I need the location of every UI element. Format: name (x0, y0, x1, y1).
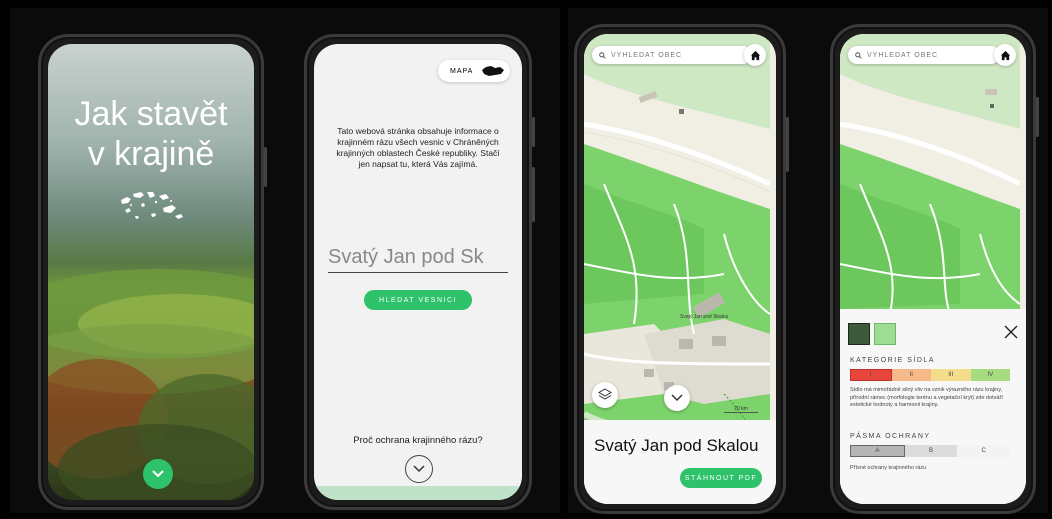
layers-icon (598, 388, 612, 400)
chevron-down-icon (413, 465, 425, 473)
category-iii: III (931, 369, 971, 381)
map-thumbnail-light[interactable] (874, 323, 896, 345)
phone-map-detail: Svatý Jan pod Skalou VYHLEDAT OBEC 20 km… (574, 24, 789, 514)
right-panel: Svatý Jan pod Skalou VYHLEDAT OBEC 20 km… (568, 8, 1048, 514)
home-button[interactable] (744, 44, 766, 66)
category-iv: IV (970, 369, 1010, 381)
map-button[interactable]: MAPA (438, 60, 510, 82)
zone-scale: A B C (850, 445, 1011, 457)
home-icon (750, 50, 760, 60)
why-protect-link[interactable]: Proč ochrana krajinného rázu? (314, 435, 522, 446)
phone-intro: Jak stavět v krajině (38, 34, 267, 510)
zone-note: Přísné ochrany krajinného rázu (850, 465, 927, 471)
bottom-strip (314, 486, 522, 500)
search-icon (599, 51, 606, 59)
category-panel: KATEGORIE SÍDLA I II III IV Sídlo má mim… (840, 309, 1026, 504)
search-placeholder: VYHLEDAT OBEC (611, 51, 683, 59)
zone-b: B (904, 445, 958, 457)
intro-screen: Jak stavět v krajině (48, 44, 254, 500)
map-village-label: Svatý Jan pod Skalou (680, 314, 729, 320)
home-button[interactable] (994, 44, 1016, 66)
category-ii: II (891, 369, 931, 381)
scale-label: 20 km (734, 406, 748, 412)
search-screen: MAPA Tato webová stránka obsahuje inform… (314, 44, 522, 500)
left-panel: Jak stavět v krajině MAPA Tato webová st… (10, 8, 560, 513)
app-title: Jak stavět v krajině (48, 94, 254, 174)
intro-text: Tato webová stránka obsahuje informace o… (336, 126, 500, 169)
category-description: Sídlo má mimořádně silný vliv na vznik v… (850, 387, 1003, 408)
search-village-button[interactable]: HLEDAT VESNICI (364, 290, 472, 310)
layers-button[interactable] (592, 382, 618, 408)
place-card: Svatý Jan pod Skalou STÁHNOUT PDF (584, 420, 776, 504)
czech-map-icon (482, 66, 505, 76)
phone-search: MAPA Tato webová stránka obsahuje inform… (304, 34, 535, 510)
category-heading: KATEGORIE SÍDLA (850, 357, 935, 364)
category-screen: VYHLEDAT OBEC KATEGORIE SÍDLA I II III I… (840, 34, 1026, 504)
chevron-down-icon (671, 394, 683, 402)
close-icon[interactable] (1004, 325, 1018, 339)
protected-areas-map-icon (121, 192, 183, 219)
download-pdf-button[interactable]: STÁHNOUT PDF (680, 468, 762, 488)
title-line-2: v krajině (87, 135, 215, 173)
map-screen: Svatý Jan pod Skalou VYHLEDAT OBEC 20 km… (584, 34, 776, 504)
home-icon (1000, 50, 1010, 60)
category-i: I (850, 369, 892, 381)
category-scale: I II III IV (850, 369, 1010, 381)
phone-category: VYHLEDAT OBEC KATEGORIE SÍDLA I II III I… (830, 24, 1039, 514)
zone-c: C (957, 445, 1011, 457)
search-icon (855, 51, 862, 59)
village-search-input[interactable]: Svatý Jan pod Sk (328, 246, 508, 273)
map-scale: 20 km (724, 406, 758, 413)
zone-heading: PÁSMA OCHRANY (850, 433, 931, 440)
zone-a: A (850, 445, 905, 457)
search-placeholder: VYHLEDAT OBEC (867, 51, 939, 59)
scroll-down-button[interactable] (405, 455, 433, 483)
title-line-1: Jak stavět (74, 95, 228, 133)
chevron-down-icon (152, 470, 164, 478)
map-button-label: MAPA (450, 67, 474, 75)
village-search-bar[interactable]: VYHLEDAT OBEC (848, 46, 1000, 64)
collapse-map-button[interactable] (664, 385, 690, 411)
village-search-bar[interactable]: VYHLEDAT OBEC (592, 46, 752, 64)
place-title: Svatý Jan pod Skalou (594, 436, 759, 455)
scroll-down-button[interactable] (143, 459, 173, 489)
map-thumbnail-dark[interactable] (848, 323, 870, 345)
